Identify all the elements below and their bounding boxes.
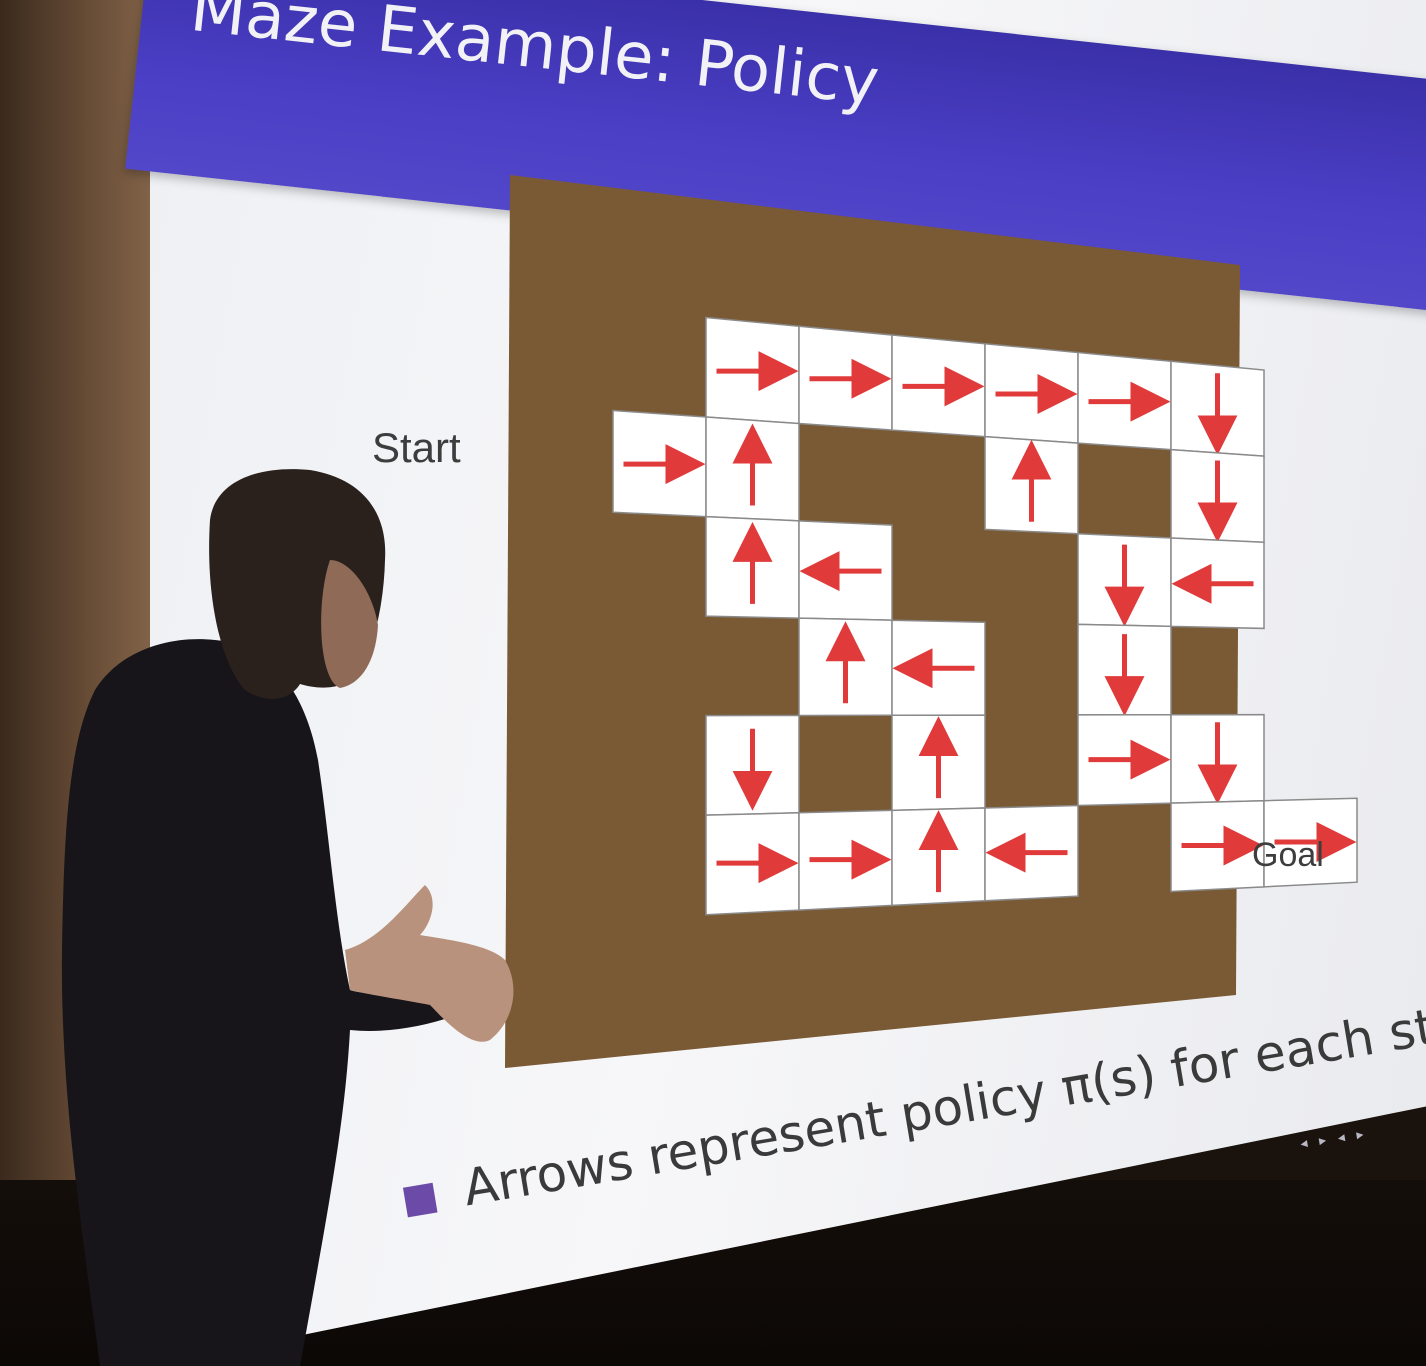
- presenter-person: [61, 469, 514, 1366]
